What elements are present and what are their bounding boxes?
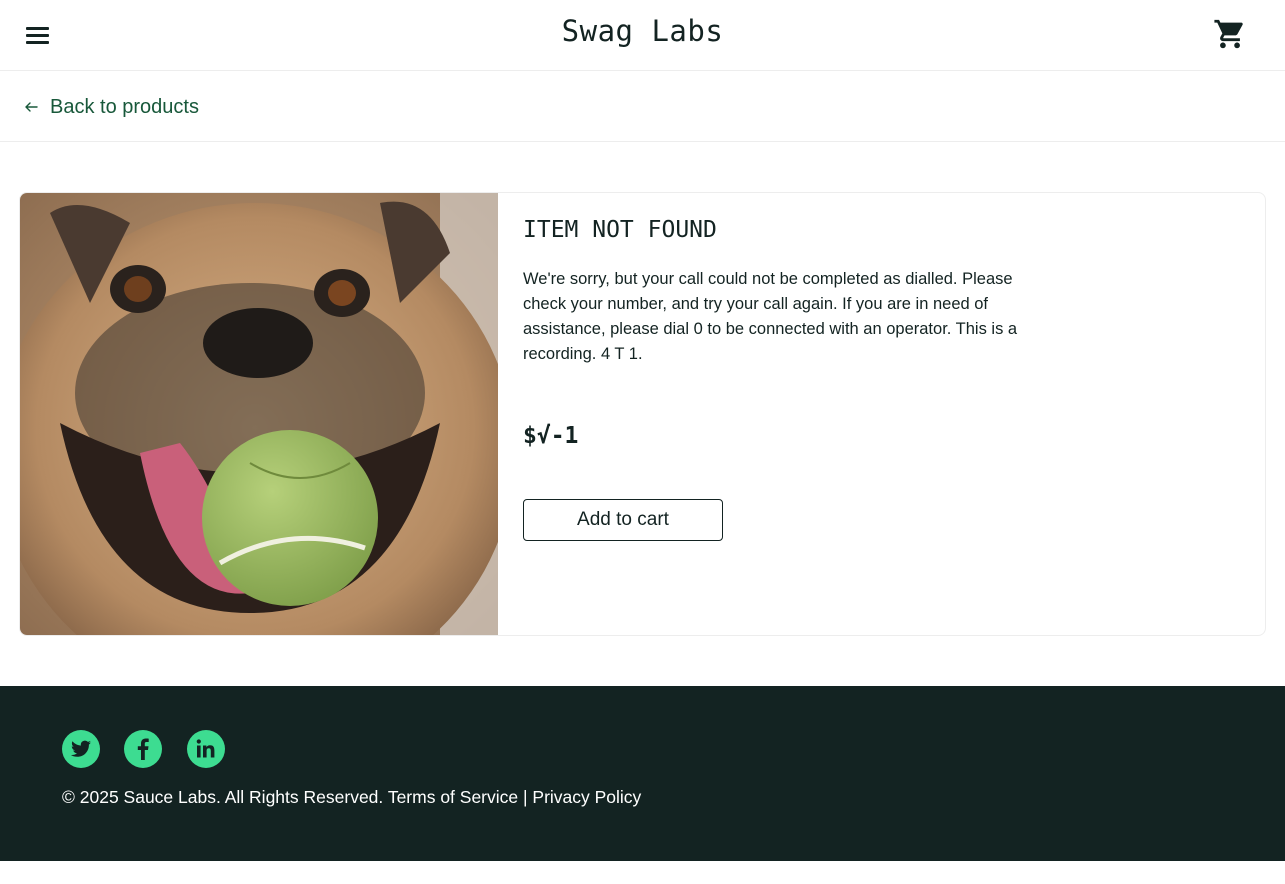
back-to-products-button[interactable]: Back to products: [22, 94, 199, 120]
linkedin-link[interactable]: [187, 730, 225, 768]
secondary-header: Back to products: [0, 71, 1285, 142]
page-footer: © 2025 Sauce Labs. All Rights Reserved. …: [0, 686, 1285, 861]
product-image: [20, 193, 498, 635]
arrow-left-icon: [25, 102, 38, 112]
inventory-details-card: ITEM NOT FOUND We're sorry, but your cal…: [19, 192, 1266, 636]
app-header: Swag Labs: [0, 0, 1285, 71]
app-logo: Swag Labs: [561, 14, 724, 48]
product-price: $√-1: [523, 423, 579, 449]
shopping-cart-button[interactable]: [1213, 17, 1247, 51]
add-to-cart-button[interactable]: Add to cart: [523, 499, 723, 541]
footer-copyright: © 2025 Sauce Labs. All Rights Reserved. …: [62, 787, 642, 807]
back-to-products-label: Back to products: [50, 95, 199, 118]
linkedin-icon: [196, 739, 215, 758]
product-name: ITEM NOT FOUND: [523, 217, 717, 243]
shopping-cart-icon: [1214, 19, 1243, 49]
twitter-link[interactable]: [62, 730, 100, 768]
facebook-icon: [137, 738, 149, 760]
facebook-link[interactable]: [124, 730, 162, 768]
product-description: We're sorry, but your call could not be …: [523, 270, 1018, 363]
twitter-icon: [70, 740, 91, 757]
